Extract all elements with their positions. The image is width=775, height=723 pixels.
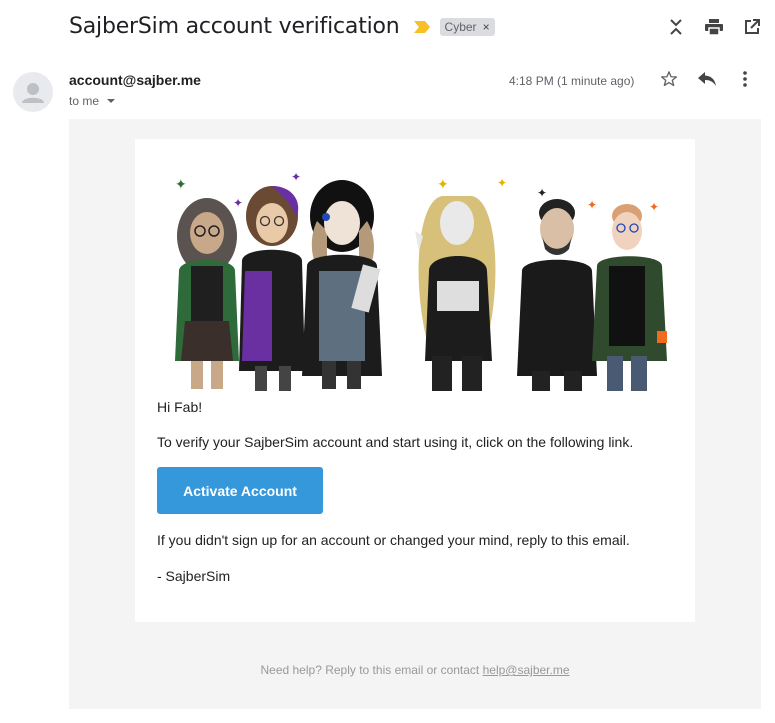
sender-avatar: [13, 72, 53, 112]
svg-text:✦: ✦: [437, 177, 449, 193]
more-options-icon[interactable]: [736, 70, 754, 88]
signature-text: - SajberSim: [157, 568, 231, 584]
person-avatar-icon: [22, 83, 44, 103]
email-subject: SajberSim account verification: [69, 14, 400, 39]
chevron-down-icon: [107, 99, 116, 103]
footer-text: Need help? Reply to this email or contac…: [260, 663, 483, 677]
collapse-all-icon[interactable]: [667, 18, 685, 36]
reply-icon[interactable]: [698, 70, 716, 88]
svg-text:✦: ✦: [291, 170, 301, 184]
svg-text:✦: ✦: [587, 198, 597, 212]
recipient-label: to me: [69, 94, 100, 108]
greeting-text: Hi Fab!: [157, 399, 203, 415]
instruction-text: To verify your SajberSim account and sta…: [157, 434, 634, 450]
message-actions: [660, 70, 754, 88]
character-group-right: [415, 196, 667, 391]
email-body-background: ✦ ✦ ✦ ✦ ✦ ✦ ✦ ✦ Hi Fab! To verify your S…: [69, 119, 761, 709]
svg-text:✦: ✦: [537, 186, 547, 200]
disclaimer-text: If you didn't sign up for an account or …: [157, 532, 630, 548]
message-timestamp: 4:18 PM (1 minute ago): [509, 74, 635, 88]
importance-marker-icon[interactable]: [413, 20, 430, 33]
label-chip-text: Cyber: [444, 19, 477, 34]
print-icon[interactable]: [705, 18, 723, 36]
remove-label-button[interactable]: ×: [483, 20, 490, 34]
svg-text:✦: ✦: [175, 177, 187, 193]
subject-row: SajberSim account verification Cyber ×: [69, 14, 495, 39]
svg-text:✦: ✦: [233, 196, 243, 210]
hero-illustration: ✦ ✦ ✦ ✦ ✦ ✦ ✦ ✦: [175, 170, 667, 391]
email-card: ✦ ✦ ✦ ✦ ✦ ✦ ✦ ✦ Hi Fab! To verify your S…: [135, 139, 695, 622]
open-in-new-window-icon[interactable]: [743, 18, 761, 36]
support-email-link[interactable]: help@sajber.me: [483, 663, 570, 677]
email-footer: Need help? Reply to this email or contac…: [69, 663, 761, 677]
label-chip-cyber: Cyber ×: [439, 17, 495, 36]
svg-text:✦: ✦: [497, 176, 507, 190]
sender-address[interactable]: account@sajber.me: [69, 72, 201, 88]
svg-text:✦: ✦: [649, 200, 659, 214]
recipient-details-toggle[interactable]: to me: [69, 94, 116, 108]
activate-account-button[interactable]: Activate Account: [157, 467, 323, 514]
character-group-left: [175, 180, 382, 391]
thread-toolbar: [667, 18, 761, 36]
star-icon[interactable]: [660, 70, 678, 88]
